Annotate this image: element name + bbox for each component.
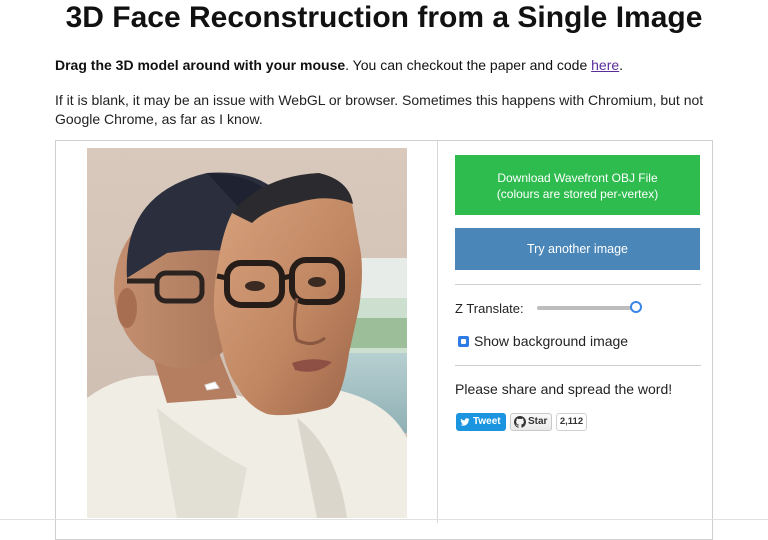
divider bbox=[455, 365, 701, 366]
divider bbox=[455, 284, 701, 285]
intro-rest-text: . You can checkout the paper and code bbox=[345, 57, 592, 73]
share-text: Please share and spread the word! bbox=[455, 381, 673, 397]
star-label: Star bbox=[528, 416, 548, 427]
page-title: 3D Face Reconstruction from a Single Ima… bbox=[65, 1, 703, 34]
tweet-button[interactable]: Tweet bbox=[456, 413, 506, 431]
show-background-checkbox[interactable] bbox=[458, 336, 469, 347]
intro-text: Drag the 3D model around with your mouse… bbox=[55, 56, 623, 74]
twitter-bird-icon bbox=[460, 418, 470, 426]
intro-bold-text: Drag the 3D model around with your mouse bbox=[55, 57, 346, 73]
z-translate-slider-thumb[interactable] bbox=[629, 301, 642, 313]
download-obj-button[interactable]: Download Wavefront OBJ File (colours are… bbox=[455, 155, 700, 215]
show-background-label[interactable]: Show background image bbox=[474, 333, 628, 349]
paper-code-link[interactable]: here bbox=[591, 57, 619, 73]
intro-end-text: . bbox=[619, 57, 624, 73]
download-obj-sublabel: (colours are stored per-vertex) bbox=[496, 187, 659, 201]
3d-viewer-canvas[interactable] bbox=[87, 148, 407, 518]
github-star-button[interactable]: Star bbox=[510, 413, 552, 431]
github-icon bbox=[514, 416, 526, 428]
panel-divider bbox=[437, 140, 438, 523]
webgl-note: If it is blank, it may be an issue with … bbox=[55, 92, 704, 127]
try-another-image-button[interactable]: Try another image bbox=[455, 228, 700, 270]
z-translate-label: Z Translate: bbox=[455, 301, 524, 316]
z-translate-slider[interactable] bbox=[537, 306, 639, 310]
download-obj-label: Download Wavefront OBJ File bbox=[497, 171, 658, 185]
viewer-scene bbox=[87, 148, 407, 518]
page-bottom-border bbox=[0, 519, 768, 520]
star-count[interactable]: 2,112 bbox=[556, 413, 587, 431]
tweet-label: Tweet bbox=[473, 416, 501, 427]
